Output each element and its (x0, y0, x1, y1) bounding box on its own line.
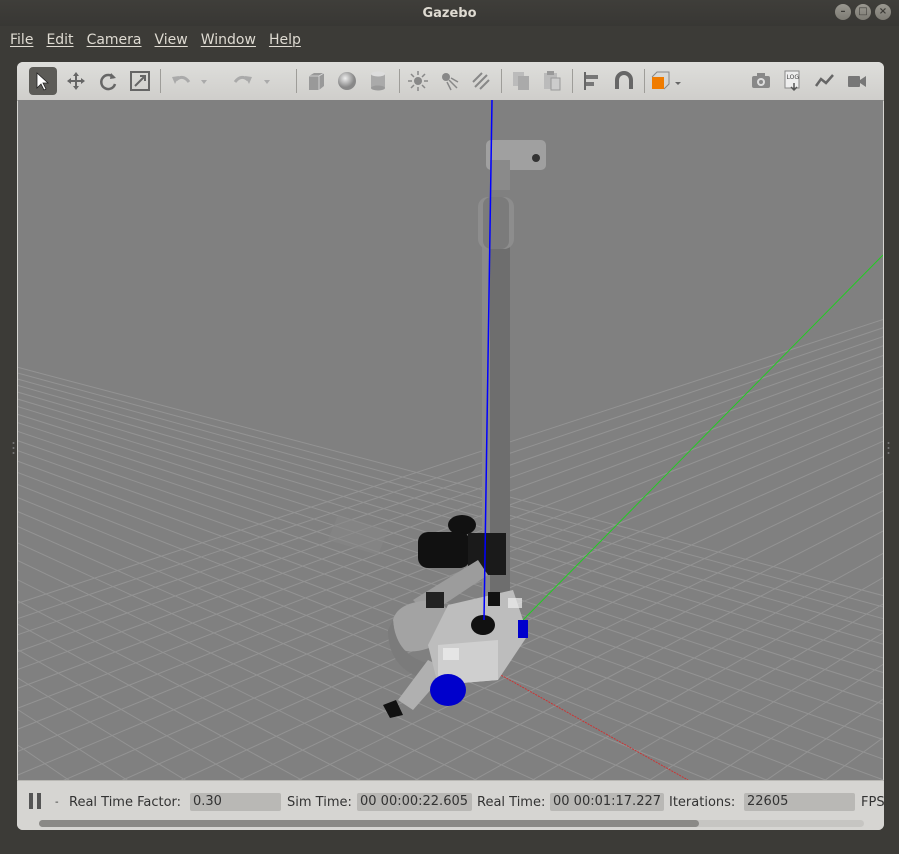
sim-time-label: Sim Time: (287, 795, 352, 810)
undo-icon[interactable] (167, 67, 195, 95)
real-time-field: 00 00:01:17.227 (550, 793, 664, 811)
real-time-label: Real Time: (477, 795, 546, 810)
fps-label: FPS (861, 795, 884, 810)
screenshot-icon[interactable] (747, 67, 775, 95)
menu-edit[interactable]: Edit (46, 32, 73, 48)
step-indicator: - (55, 797, 59, 808)
box-icon[interactable] (302, 67, 330, 95)
redo-icon[interactable] (229, 67, 257, 95)
real-time-factor-field: 0.30 (190, 793, 281, 811)
snap-icon[interactable] (610, 67, 638, 95)
paste-icon[interactable] (538, 67, 566, 95)
plot-icon[interactable] (811, 67, 839, 95)
close-button[interactable]: × (875, 4, 891, 20)
minimize-button[interactable]: – (835, 4, 851, 20)
rotate-icon[interactable] (94, 67, 122, 95)
view-angle-icon[interactable] (649, 67, 685, 95)
menu-window[interactable]: Window (201, 32, 256, 48)
svg-text:LOG: LOG (787, 74, 800, 81)
cylinder-icon[interactable] (364, 67, 392, 95)
scene-viewport[interactable] (18, 100, 883, 780)
right-panel-grip[interactable] (887, 440, 890, 456)
select-arrow-icon[interactable] (29, 67, 57, 95)
toolbar: LOG (17, 62, 884, 101)
pause-icon[interactable] (27, 793, 43, 811)
menu-view[interactable]: View (155, 32, 188, 48)
menu-camera[interactable]: Camera (87, 32, 142, 48)
main-frame: LOG - Real Time Factor: 0.30 Sim Time: 0… (17, 62, 884, 830)
left-panel-grip[interactable] (12, 440, 15, 456)
spot-light-icon[interactable] (435, 67, 463, 95)
directional-light-icon[interactable] (467, 67, 495, 95)
copy-icon[interactable] (507, 67, 535, 95)
log-icon[interactable]: LOG (779, 67, 807, 95)
scale-icon[interactable] (126, 67, 154, 95)
window-titlebar: Gazebo – □ × (0, 0, 899, 26)
maximize-button[interactable]: □ (855, 4, 871, 20)
video-record-icon[interactable] (843, 67, 871, 95)
menu-help[interactable]: Help (269, 32, 301, 48)
iterations-label: Iterations: (669, 795, 736, 810)
undo-dropdown-icon[interactable] (197, 67, 211, 95)
iterations-field: 22605 (744, 793, 855, 811)
menu-bar: File Edit Camera View Window Help (0, 26, 899, 54)
window-controls: – □ × (835, 4, 891, 20)
scrollbar-thumb[interactable] (39, 820, 699, 827)
point-light-icon[interactable] (404, 67, 432, 95)
horizontal-scrollbar[interactable] (39, 820, 864, 827)
translate-icon[interactable] (62, 67, 90, 95)
status-bar: - Real Time Factor: 0.30 Sim Time: 00 00… (17, 780, 884, 830)
sim-time-field: 00 00:00:22.605 (357, 793, 472, 811)
menu-file[interactable]: File (10, 32, 33, 48)
window-title: Gazebo (422, 5, 477, 21)
sphere-icon[interactable] (333, 67, 361, 95)
redo-dropdown-icon[interactable] (260, 67, 274, 95)
align-icon[interactable] (578, 67, 606, 95)
real-time-factor-label: Real Time Factor: (69, 795, 182, 810)
